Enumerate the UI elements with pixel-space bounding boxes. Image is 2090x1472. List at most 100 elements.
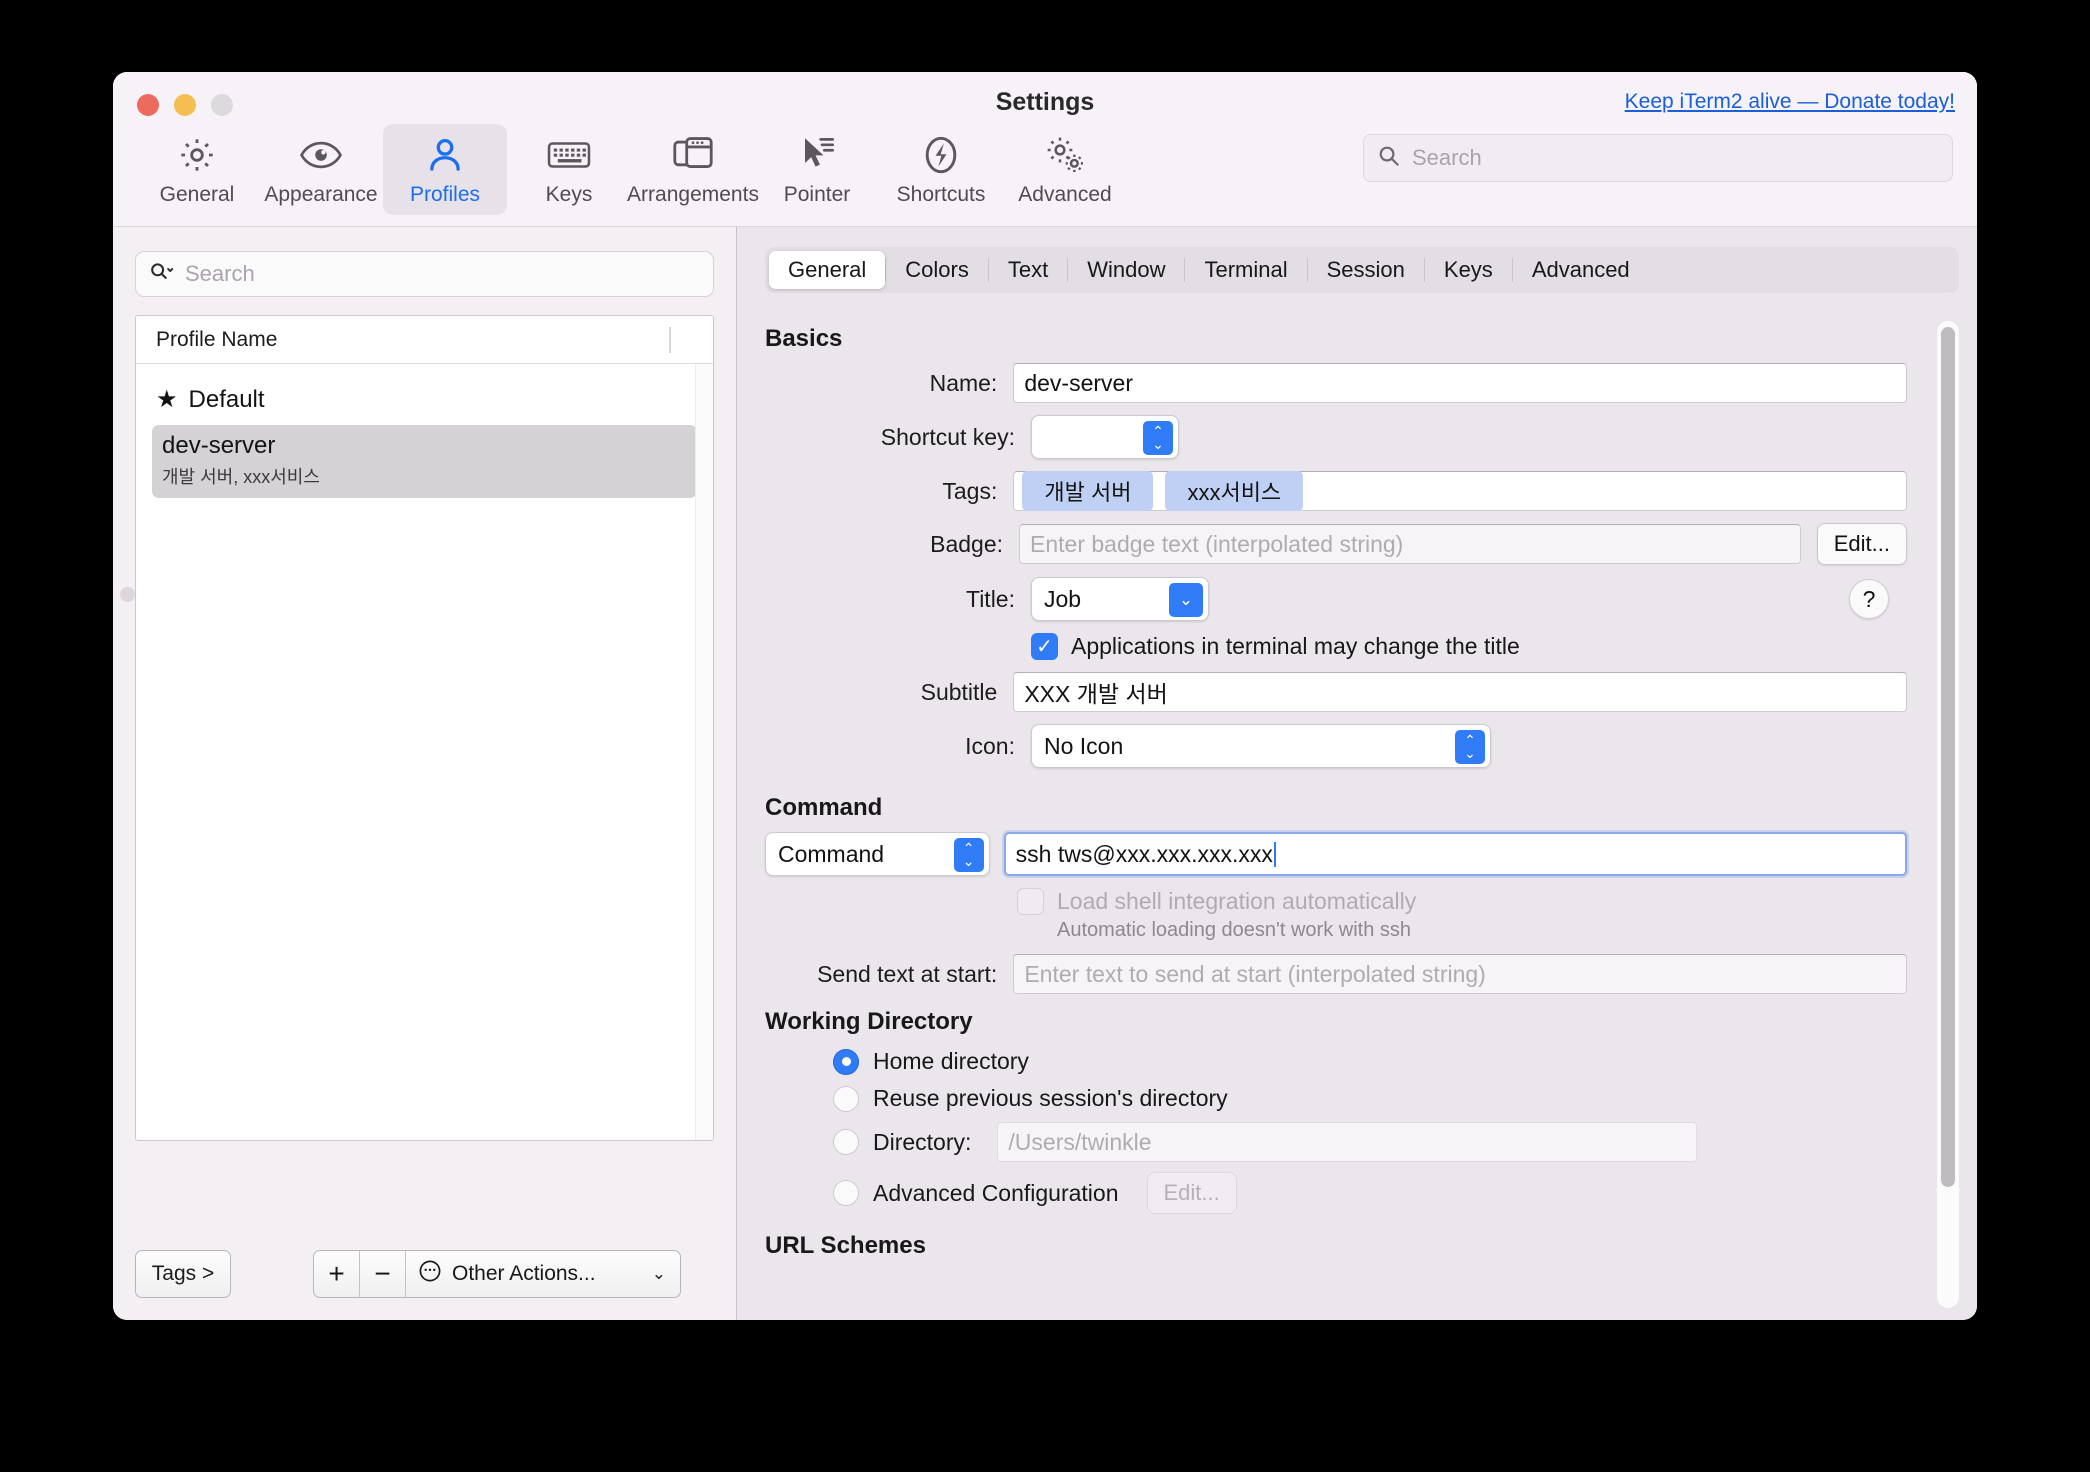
chevron-down-icon: ⌄ (651, 1264, 666, 1283)
resize-grip[interactable] (120, 587, 135, 602)
tab-advanced[interactable]: Advanced (1513, 251, 1649, 289)
title-dropdown[interactable]: Job ⌄ (1031, 577, 1209, 621)
tab-session[interactable]: Session (1308, 251, 1424, 289)
send-text-input[interactable]: Enter text to send at start (interpolate… (1013, 954, 1907, 994)
toolbar-label: Appearance (264, 183, 378, 206)
content-scrollbar[interactable] (1937, 321, 1959, 1308)
remove-profile-button[interactable]: − (360, 1251, 406, 1297)
wd-advanced-edit-button[interactable]: Edit... (1146, 1172, 1237, 1214)
wd-directory-radio[interactable] (833, 1129, 859, 1155)
wd-directory-label: Directory: (873, 1128, 972, 1155)
name-label: Name: (929, 369, 998, 396)
tag-chip[interactable]: xxx서비스 (1165, 471, 1304, 511)
command-value: ssh tws@xxx.xxx.xxx.xxx (1015, 840, 1273, 867)
star-icon: ★ (156, 386, 178, 413)
badge-edit-button[interactable]: Edit... (1816, 523, 1907, 565)
help-button[interactable]: ? (1849, 579, 1889, 619)
text-cursor (1273, 841, 1276, 867)
wd-home-radio[interactable] (833, 1048, 859, 1075)
stepper-icon: ⌃ ⌄ (1455, 730, 1485, 764)
list-item[interactable]: dev-server 개발 서버, xxx서비스 (152, 425, 697, 498)
profile-rows: ★ Default dev-server 개발 서버, xxx서비스 (136, 364, 713, 498)
wd-directory-input[interactable]: /Users/twinkle (997, 1122, 1698, 1162)
shortcut-key-row: Shortcut key: ⌃ ⌄ (765, 415, 1907, 459)
stepper-icon: ⌃ ⌄ (953, 838, 984, 872)
wd-advanced-row[interactable]: Advanced Configuration Edit... (833, 1172, 1907, 1214)
toolbar-item-keys[interactable]: Keys (507, 124, 631, 215)
tag-chip[interactable]: 개발 서버 (1022, 471, 1154, 511)
basics-heading: Basics (765, 325, 843, 352)
settings-window: Settings Keep iTerm2 alive — Donate toda… (113, 72, 1977, 1320)
toolbar-label: Advanced (1018, 183, 1112, 206)
tags-input[interactable]: 개발 서버 xxx서비스 (1013, 471, 1907, 511)
title-label: Title: (966, 585, 1015, 612)
command-row: Command ⌃ ⌄ ssh tws@xxx.xxx.xxx.xxx (765, 832, 1907, 876)
add-profile-button[interactable]: + (314, 1251, 360, 1297)
tab-general[interactable]: General (769, 251, 886, 289)
shell-integration-label: Load shell integration automatically (1057, 888, 1417, 914)
tab-window[interactable]: Window (1068, 251, 1184, 289)
wd-directory-row[interactable]: Directory: /Users/twinkle (833, 1122, 1907, 1162)
icon-dropdown[interactable]: No Icon ⌃ ⌄ (1031, 724, 1491, 768)
wd-advanced-label: Advanced Configuration (873, 1179, 1119, 1206)
list-item[interactable]: ★ Default (136, 378, 713, 421)
donate-link[interactable]: Keep iTerm2 alive — Donate today! (1625, 90, 1955, 114)
profile-detail-pane: General Colors Text Window Terminal Sess… (737, 227, 1977, 1320)
shortcut-key-dropdown[interactable]: ⌃ ⌄ (1031, 415, 1179, 459)
ellipsis-circle-icon (418, 1259, 442, 1289)
search-icon (1378, 145, 1400, 172)
shell-integration-note: Automatic loading doesn't work with ssh (1057, 919, 1411, 941)
toolbar-item-shortcuts[interactable]: Shortcuts (879, 124, 1003, 215)
toolbar-item-arrangements[interactable]: Arrangements (627, 124, 759, 215)
column-divider[interactable] (669, 327, 671, 353)
command-mode-dropdown[interactable]: Command ⌃ ⌄ (765, 832, 990, 876)
profile-name: dev-server (162, 432, 276, 459)
toolbar-item-pointer[interactable]: Pointer (755, 124, 879, 215)
apps-change-title-checkbox[interactable]: ✓ (1031, 633, 1058, 660)
command-input[interactable]: ssh tws@xxx.xxx.xxx.xxx (1003, 832, 1907, 876)
tab-text[interactable]: Text (989, 251, 1067, 289)
profile-list-scrollbar[interactable] (695, 364, 713, 1140)
tags-label: Tags: (942, 477, 998, 504)
toolbar-item-profiles[interactable]: Profiles (383, 124, 507, 215)
other-actions-menu[interactable]: Other Actions... ⌄ (406, 1251, 680, 1297)
title-row: Title: Job ⌄ ? (765, 577, 1907, 621)
icon-row: Icon: No Icon ⌃ ⌄ (765, 724, 1907, 768)
shell-integration-checkbox[interactable] (1017, 888, 1044, 915)
tags-button[interactable]: Tags > (135, 1250, 231, 1298)
subtitle-input[interactable]: XXX 개발 서버 (1013, 672, 1907, 712)
toolbar-search-field[interactable]: Search (1363, 134, 1953, 182)
url-schemes-heading: URL Schemes (765, 1232, 926, 1259)
toolbar-item-advanced[interactable]: Advanced (1003, 124, 1127, 215)
wd-reuse-row[interactable]: Reuse previous session's directory (833, 1085, 1907, 1112)
command-heading: Command (765, 794, 883, 821)
scrollbar-thumb[interactable] (1941, 327, 1955, 1187)
gears-icon (1043, 134, 1087, 176)
shortcut-key-label: Shortcut key: (880, 423, 1015, 450)
badge-input[interactable]: Enter badge text (interpolated string) (1019, 524, 1801, 564)
person-icon (426, 134, 464, 176)
tab-keys[interactable]: Keys (1425, 251, 1512, 289)
name-input[interactable]: dev-server (1013, 363, 1907, 403)
keyboard-icon (547, 134, 591, 176)
profile-tags: 개발 서버, xxx서비스 (162, 467, 320, 487)
toolbar-item-appearance[interactable]: Appearance (259, 124, 383, 215)
wd-home-row[interactable]: Home directory (833, 1048, 1907, 1075)
cursor-icon (797, 134, 837, 176)
general-settings-content: Basics Name: dev-server Shortcut key: ⌃ ⌄ (737, 307, 1977, 1320)
title-value: Job (1044, 585, 1082, 612)
subtitle-label: Subtitle (920, 678, 998, 705)
toolbar-search-placeholder: Search (1412, 145, 1482, 170)
wd-advanced-radio[interactable] (833, 1180, 859, 1206)
wd-reuse-radio[interactable] (833, 1085, 859, 1112)
profile-search-field[interactable]: Search (135, 251, 714, 297)
apps-change-title-label: Applications in terminal may change the … (1071, 633, 1520, 659)
eye-icon (299, 134, 343, 176)
send-text-label: Send text at start: (817, 960, 998, 987)
search-icon (150, 261, 174, 288)
toolbar-item-general[interactable]: General (135, 124, 259, 215)
tags-row: Tags: 개발 서버 xxx서비스 (765, 471, 1907, 511)
tab-colors[interactable]: Colors (886, 251, 988, 289)
tab-terminal[interactable]: Terminal (1185, 251, 1306, 289)
window-body: Search Profile Name ★ Default dev-server… (113, 227, 1977, 1320)
